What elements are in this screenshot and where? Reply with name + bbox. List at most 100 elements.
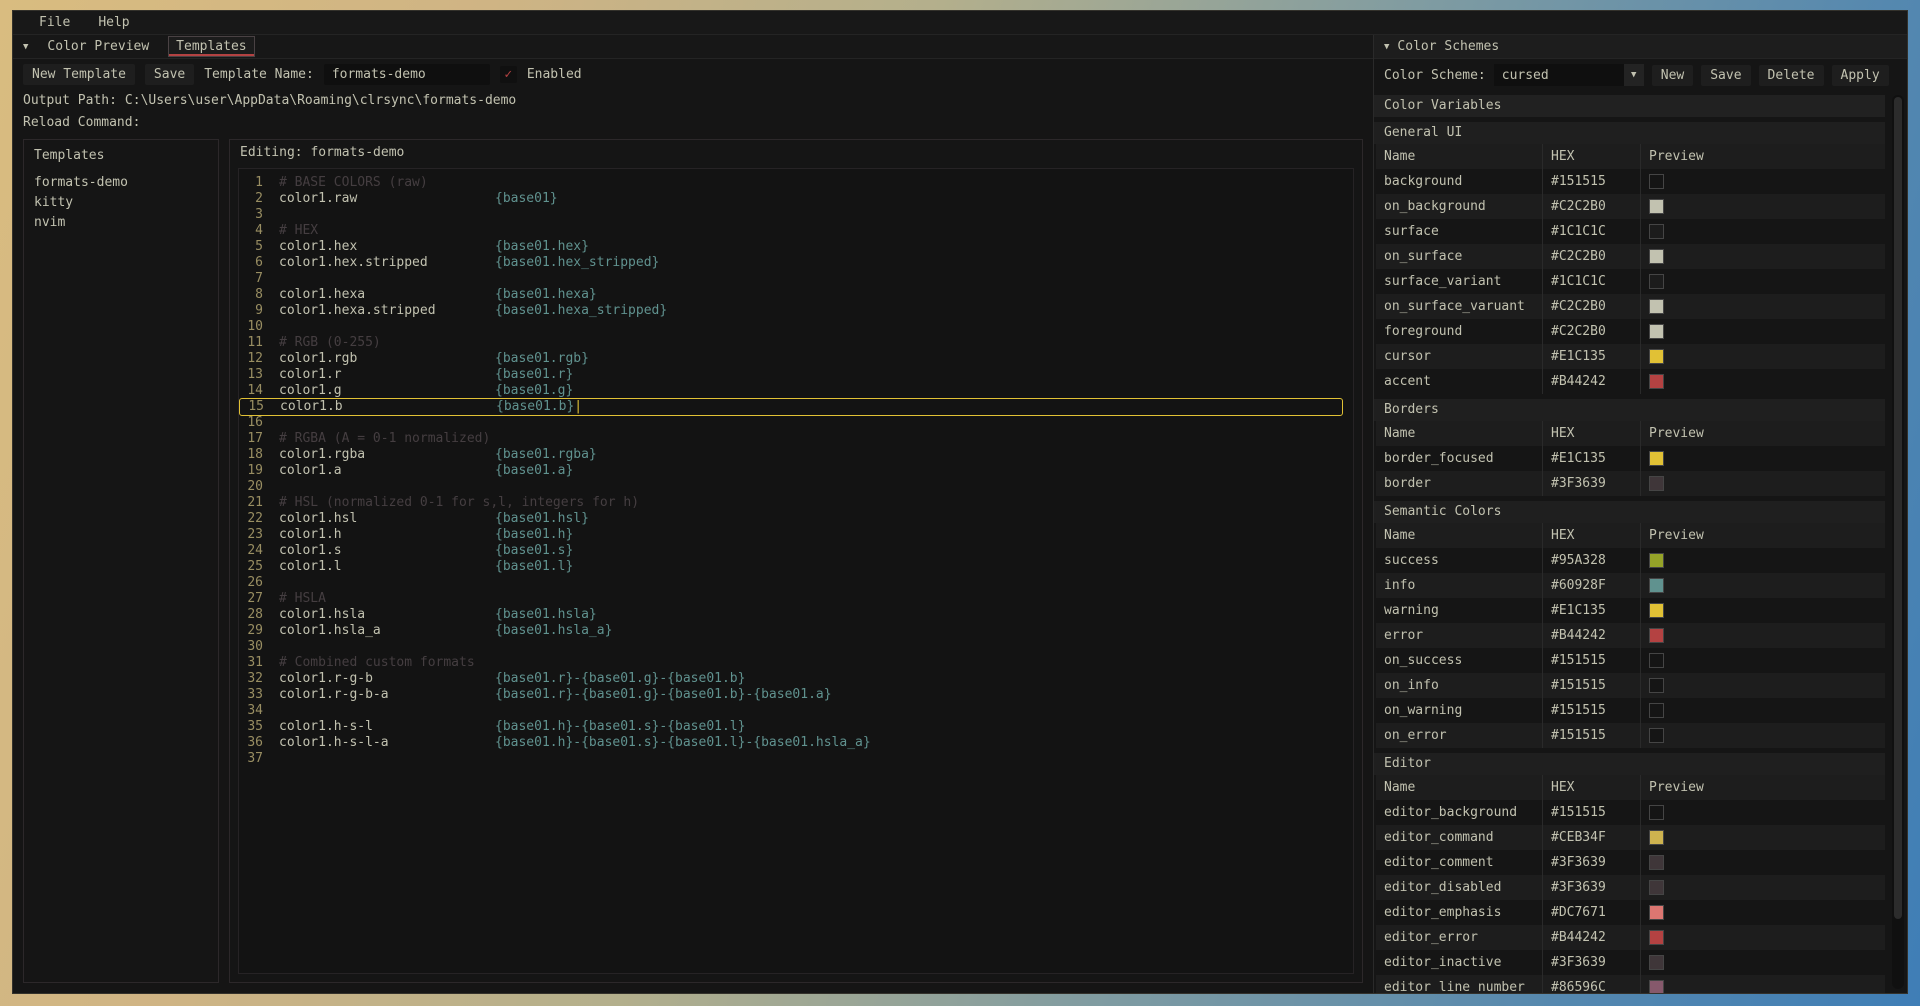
collapse-arrow-icon[interactable]: ▼ <box>23 42 28 52</box>
color-row[interactable]: on_warning#151515 <box>1376 698 1885 723</box>
scrollbar[interactable] <box>1892 95 1904 989</box>
scrollbar-thumb[interactable] <box>1894 97 1902 919</box>
section-header[interactable]: General UI <box>1374 122 1885 144</box>
color-hex[interactable]: #151515 <box>1542 723 1640 748</box>
color-scheme-combo[interactable]: cursed ▼ <box>1494 64 1644 86</box>
editor-line[interactable]: 12color1.rgb{base01.rgb} <box>239 351 1343 367</box>
color-row[interactable]: cursor#E1C135 <box>1376 344 1885 369</box>
save-template-button[interactable]: Save <box>145 64 194 85</box>
template-list-item[interactable]: formats-demo <box>24 173 218 193</box>
color-swatch[interactable] <box>1649 855 1664 870</box>
color-row[interactable]: editor_disabled#3F3639 <box>1376 875 1885 900</box>
editor-line[interactable]: 34 <box>239 703 1343 719</box>
color-row[interactable]: error#B44242 <box>1376 623 1885 648</box>
color-row[interactable]: success#95A328 <box>1376 548 1885 573</box>
color-hex[interactable]: #B44242 <box>1542 925 1640 950</box>
new-template-button[interactable]: New Template <box>23 64 135 85</box>
editor-line[interactable]: 24color1.s{base01.s} <box>239 543 1343 559</box>
color-row[interactable]: editor_command#CEB34F <box>1376 825 1885 850</box>
editor-line[interactable]: 6color1.hex.stripped{base01.hex_stripped… <box>239 255 1343 271</box>
color-hex[interactable]: #E1C135 <box>1542 446 1640 471</box>
chevron-down-icon[interactable]: ▼ <box>1624 64 1644 86</box>
scheme-delete-button[interactable]: Delete <box>1759 65 1824 86</box>
color-hex[interactable]: #C2C2B0 <box>1542 194 1640 219</box>
color-swatch[interactable] <box>1649 578 1664 593</box>
color-swatch[interactable] <box>1649 703 1664 718</box>
editor-line[interactable]: 30 <box>239 639 1343 655</box>
color-row[interactable]: border_focused#E1C135 <box>1376 446 1885 471</box>
color-row[interactable]: editor_comment#3F3639 <box>1376 850 1885 875</box>
color-hex[interactable]: #C2C2B0 <box>1542 319 1640 344</box>
color-hex[interactable]: #60928F <box>1542 573 1640 598</box>
color-hex[interactable]: #151515 <box>1542 698 1640 723</box>
color-row[interactable]: on_background#C2C2B0 <box>1376 194 1885 219</box>
editor-line[interactable]: 25color1.l{base01.l} <box>239 559 1343 575</box>
color-row[interactable]: on_surface#C2C2B0 <box>1376 244 1885 269</box>
color-swatch[interactable] <box>1649 274 1664 289</box>
color-row[interactable]: info#60928F <box>1376 573 1885 598</box>
color-swatch[interactable] <box>1649 678 1664 693</box>
template-list-item[interactable]: kitty <box>24 193 218 213</box>
enabled-checkbox[interactable]: ✓ <box>500 66 517 83</box>
color-hex[interactable]: #DC7671 <box>1542 900 1640 925</box>
color-swatch[interactable] <box>1649 980 1664 993</box>
editor-line[interactable]: 3 <box>239 207 1343 223</box>
menu-help[interactable]: Help <box>98 15 129 30</box>
color-row[interactable]: surface#1C1C1C <box>1376 219 1885 244</box>
editor-line[interactable]: 21# HSL (normalized 0-1 for s,l, integer… <box>239 495 1343 511</box>
color-row[interactable]: on_success#151515 <box>1376 648 1885 673</box>
color-swatch[interactable] <box>1649 349 1664 364</box>
color-swatch[interactable] <box>1649 249 1664 264</box>
editor-text-area[interactable]: 1# BASE COLORS (raw)2color1.raw{base01}3… <box>238 168 1354 974</box>
color-swatch[interactable] <box>1649 374 1664 389</box>
color-hex[interactable]: #151515 <box>1542 169 1640 194</box>
color-row[interactable]: editor_background#151515 <box>1376 800 1885 825</box>
editor-line[interactable]: 33color1.r-g-b-a{base01.r}-{base01.g}-{b… <box>239 687 1343 703</box>
color-row[interactable]: on_info#151515 <box>1376 673 1885 698</box>
color-hex[interactable]: #95A328 <box>1542 548 1640 573</box>
scheme-new-button[interactable]: New <box>1652 65 1693 86</box>
color-swatch[interactable] <box>1649 830 1664 845</box>
color-variables-header[interactable]: Color Variables <box>1374 95 1885 117</box>
scheme-apply-button[interactable]: Apply <box>1832 65 1889 86</box>
color-row[interactable]: accent#B44242 <box>1376 369 1885 394</box>
editor-line[interactable]: 18color1.rgba{base01.rgba} <box>239 447 1343 463</box>
color-hex[interactable]: #E1C135 <box>1542 598 1640 623</box>
color-hex[interactable]: #151515 <box>1542 800 1640 825</box>
editor-line[interactable]: 8color1.hexa{base01.hexa} <box>239 287 1343 303</box>
color-swatch[interactable] <box>1649 805 1664 820</box>
color-hex[interactable]: #86596C <box>1542 975 1640 993</box>
tab-templates[interactable]: Templates <box>168 36 254 57</box>
color-swatch[interactable] <box>1649 628 1664 643</box>
editor-line[interactable]: 36color1.h-s-l-a{base01.h}-{base01.s}-{b… <box>239 735 1343 751</box>
editor-line[interactable]: 20 <box>239 479 1343 495</box>
color-row[interactable]: surface_variant#1C1C1C <box>1376 269 1885 294</box>
color-swatch[interactable] <box>1649 199 1664 214</box>
editor-line[interactable]: 2color1.raw{base01} <box>239 191 1343 207</box>
color-schemes-header[interactable]: ▼ Color Schemes <box>1374 35 1907 59</box>
editor-line[interactable]: 27# HSLA <box>239 591 1343 607</box>
editor-line[interactable]: 7 <box>239 271 1343 287</box>
color-hex[interactable]: #1C1C1C <box>1542 269 1640 294</box>
section-header[interactable]: Editor <box>1374 753 1885 775</box>
section-header[interactable]: Borders <box>1374 399 1885 421</box>
template-list-item[interactable]: nvim <box>24 213 218 233</box>
color-swatch[interactable] <box>1649 930 1664 945</box>
output-path-value[interactable]: C:\Users\user\AppData\Roaming\clrsync\fo… <box>125 93 516 108</box>
editor-line[interactable]: 17# RGBA (A = 0-1 normalized) <box>239 431 1343 447</box>
color-row[interactable]: on_error#151515 <box>1376 723 1885 748</box>
editor-line[interactable]: 19color1.a{base01.a} <box>239 463 1343 479</box>
color-row[interactable]: border#3F3639 <box>1376 471 1885 496</box>
color-hex[interactable]: #3F3639 <box>1542 875 1640 900</box>
color-swatch[interactable] <box>1649 955 1664 970</box>
color-row[interactable]: editor_inactive#3F3639 <box>1376 950 1885 975</box>
editor-line[interactable]: 16 <box>239 415 1343 431</box>
editor-line[interactable]: 32color1.r-g-b{base01.r}-{base01.g}-{bas… <box>239 671 1343 687</box>
color-hex[interactable]: #B44242 <box>1542 623 1640 648</box>
editor-line[interactable]: 31# Combined custom formats <box>239 655 1343 671</box>
color-hex[interactable]: #C2C2B0 <box>1542 294 1640 319</box>
template-name-input[interactable]: formats-demo <box>324 64 490 85</box>
color-row[interactable]: warning#E1C135 <box>1376 598 1885 623</box>
color-swatch[interactable] <box>1649 553 1664 568</box>
scheme-save-button[interactable]: Save <box>1701 65 1750 86</box>
